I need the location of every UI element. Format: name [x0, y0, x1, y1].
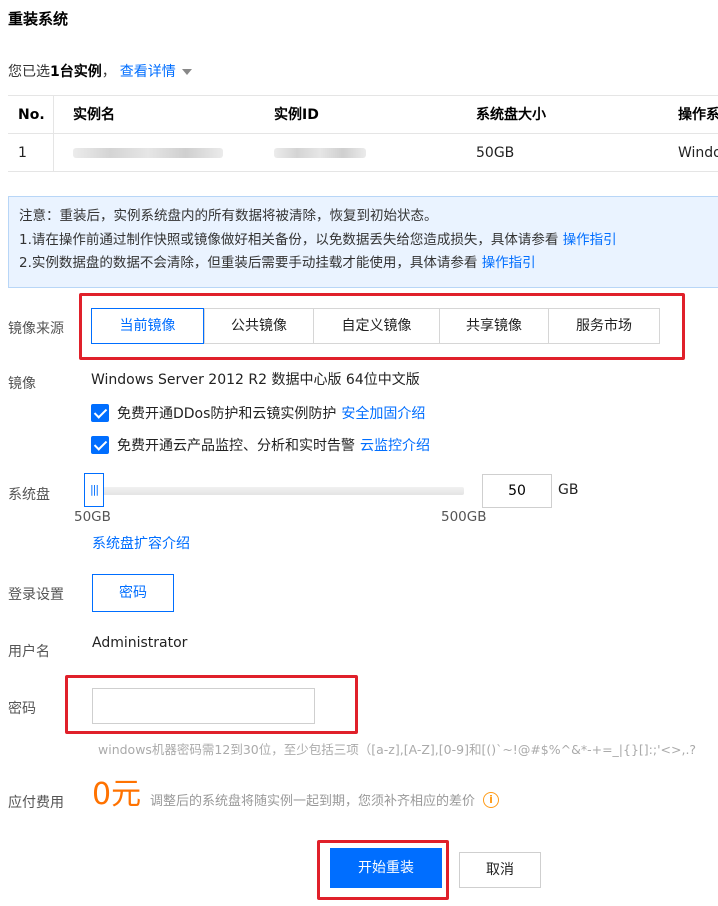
- instance-id-redacted: [274, 134, 454, 172]
- image-source-tabs: 当前镜像 公共镜像 自定义镜像 共享镜像 服务市场: [91, 308, 660, 344]
- col-header-disk-size: 系统盘大小: [476, 107, 546, 123]
- table-row: 1 50GB Windo: [8, 134, 718, 172]
- disk-size-input[interactable]: 50: [482, 474, 552, 508]
- security-intro-link[interactable]: 安全加固介绍: [341, 403, 425, 423]
- ddos-checkbox[interactable]: [91, 404, 109, 422]
- cost-amount: 0元: [92, 777, 142, 812]
- tab-custom-image[interactable]: 自定义镜像: [313, 309, 439, 343]
- disk-size-slider-track[interactable]: [92, 487, 464, 495]
- tab-marketplace[interactable]: 服务市场: [548, 309, 659, 343]
- notice-line-3: 2.实例数据盘的数据不会清除，但重装后需要手动挂载才能使用，具体请参看 操作指引: [19, 252, 717, 276]
- tab-current-image[interactable]: 当前镜像: [91, 308, 204, 344]
- cost-note-text: 调整后的系统盘将随实例一起到期，您须补齐相应的差价: [150, 794, 476, 809]
- col-header-instance-id: 实例ID: [274, 107, 319, 123]
- instance-name-redacted: [73, 134, 253, 172]
- notice-line-2: 1.请在操作前通过制作快照或镜像做好相关备份，以免数据丢失给您造成损失，具体请参…: [19, 229, 717, 253]
- row-disk-size: 50GB: [476, 145, 515, 161]
- login-settings-label: 登录设置: [8, 587, 64, 603]
- password-input[interactable]: [92, 688, 315, 724]
- tab-shared-image[interactable]: 共享镜像: [439, 309, 548, 343]
- selection-count: 1台实例: [50, 64, 102, 80]
- username-label: 用户名: [8, 644, 50, 660]
- image-label: 镜像: [8, 376, 36, 392]
- disk-expand-link[interactable]: 系统盘扩容介绍: [92, 533, 190, 553]
- ddos-option: 免费开通DDos防护和云镜实例防护 安全加固介绍: [91, 403, 425, 423]
- monitor-checkbox[interactable]: [91, 436, 109, 454]
- warning-notice: 注意：重装后，实例系统盘内的所有数据将被清除，恢复到初始状态。 1.请在操作前通…: [8, 196, 718, 288]
- monitor-option-label: 免费开通云产品监控、分析和实时告警: [117, 438, 355, 454]
- info-icon[interactable]: i: [483, 791, 500, 808]
- chevron-down-icon[interactable]: [181, 69, 192, 75]
- system-disk-label: 系统盘: [8, 487, 50, 503]
- start-reinstall-button[interactable]: 开始重装: [330, 848, 442, 888]
- cost-label: 应付费用: [8, 795, 64, 811]
- col-header-os: 操作系: [678, 107, 718, 123]
- ddos-option-label: 免费开通DDos防护和云镜实例防护: [117, 406, 337, 422]
- cancel-button[interactable]: 取消: [459, 852, 541, 888]
- notice-line-2-text: 1.请在操作前通过制作快照或镜像做好相关备份，以免数据丢失给您造成损失，具体请参…: [19, 231, 559, 248]
- password-label: 密码: [8, 701, 36, 717]
- username-value: Administrator: [92, 635, 188, 651]
- disk-size-slider-thumb[interactable]: |||: [84, 473, 104, 507]
- col-header-instance-name: 实例名: [73, 107, 115, 123]
- monitor-option: 免费开通云产品监控、分析和实时告警 云监控介绍: [91, 435, 430, 455]
- row-no: 1: [8, 134, 54, 172]
- image-source-label: 镜像来源: [8, 321, 64, 337]
- image-value: Windows Server 2012 R2 数据中心版 64位中文版: [91, 372, 420, 388]
- selection-suffix: ，: [101, 64, 116, 80]
- disk-size-unit: GB: [558, 482, 579, 498]
- cost-note: 调整后的系统盘将随实例一起到期，您须补齐相应的差价 i: [150, 790, 500, 809]
- view-details-link[interactable]: 查看详情: [120, 64, 176, 80]
- instance-table: No. 实例名 实例ID 系统盘大小 操作系 1 50GB Windo: [8, 95, 718, 172]
- password-hint: windows机器密码需12到30位，至少包括三项（[a-z],[A-Z],[0…: [98, 742, 697, 757]
- monitor-intro-link[interactable]: 云监控介绍: [360, 435, 430, 455]
- row-os: Windo: [678, 145, 718, 161]
- disk-max-label: 500GB: [441, 509, 487, 525]
- tab-public-image[interactable]: 公共镜像: [204, 309, 313, 343]
- disk-min-label: 50GB: [74, 509, 111, 525]
- selection-prefix: 您已选: [8, 64, 50, 80]
- backup-guide-link[interactable]: 操作指引: [563, 232, 617, 248]
- table-header-row: No. 实例名 实例ID 系统盘大小 操作系: [8, 96, 718, 134]
- dialog-title: 重装系统: [8, 10, 69, 28]
- selection-summary: 您已选1台实例， 查看详情: [8, 61, 192, 81]
- notice-line-1: 注意：重装后，实例系统盘内的所有数据将被清除，恢复到初始状态。: [19, 208, 438, 224]
- password-mode-button[interactable]: 密码: [92, 574, 174, 612]
- mount-guide-link[interactable]: 操作指引: [482, 255, 536, 271]
- col-header-no: No.: [8, 96, 54, 134]
- notice-line-3-text: 2.实例数据盘的数据不会清除，但重装后需要手动挂载才能使用，具体请参看: [19, 255, 478, 271]
